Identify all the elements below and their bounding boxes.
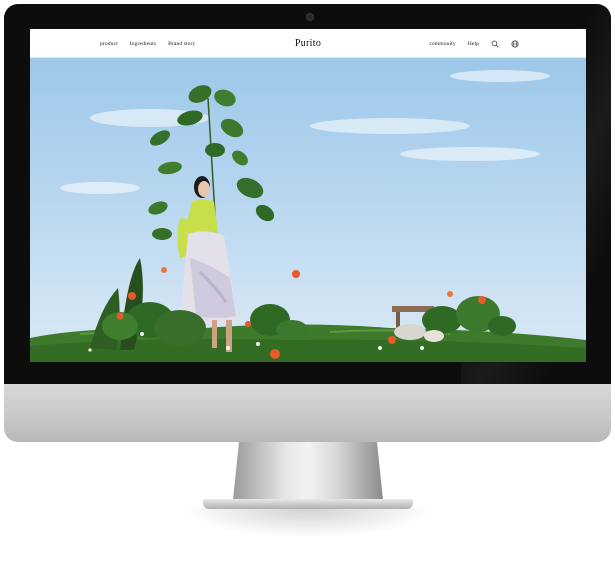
nav-link-community[interactable]: community	[429, 41, 455, 47]
globe-icon[interactable]	[511, 39, 519, 48]
nav-right-group: community Help	[429, 29, 519, 58]
camera-icon	[306, 13, 314, 21]
hero-scene	[30, 70, 586, 362]
browser-screen: product Ingredients Brand story Purito c…	[30, 29, 586, 362]
monitor-chin	[4, 384, 611, 442]
monitor-stand	[233, 442, 383, 500]
search-icon[interactable]	[491, 40, 499, 48]
stand-shadow	[180, 508, 436, 538]
nav-link-help[interactable]: Help	[468, 41, 479, 47]
monitor-stand-base	[203, 499, 413, 509]
hero-banner[interactable]	[30, 58, 586, 362]
clouds	[60, 70, 550, 194]
site-navbar: product Ingredients Brand story Purito c…	[30, 29, 586, 58]
